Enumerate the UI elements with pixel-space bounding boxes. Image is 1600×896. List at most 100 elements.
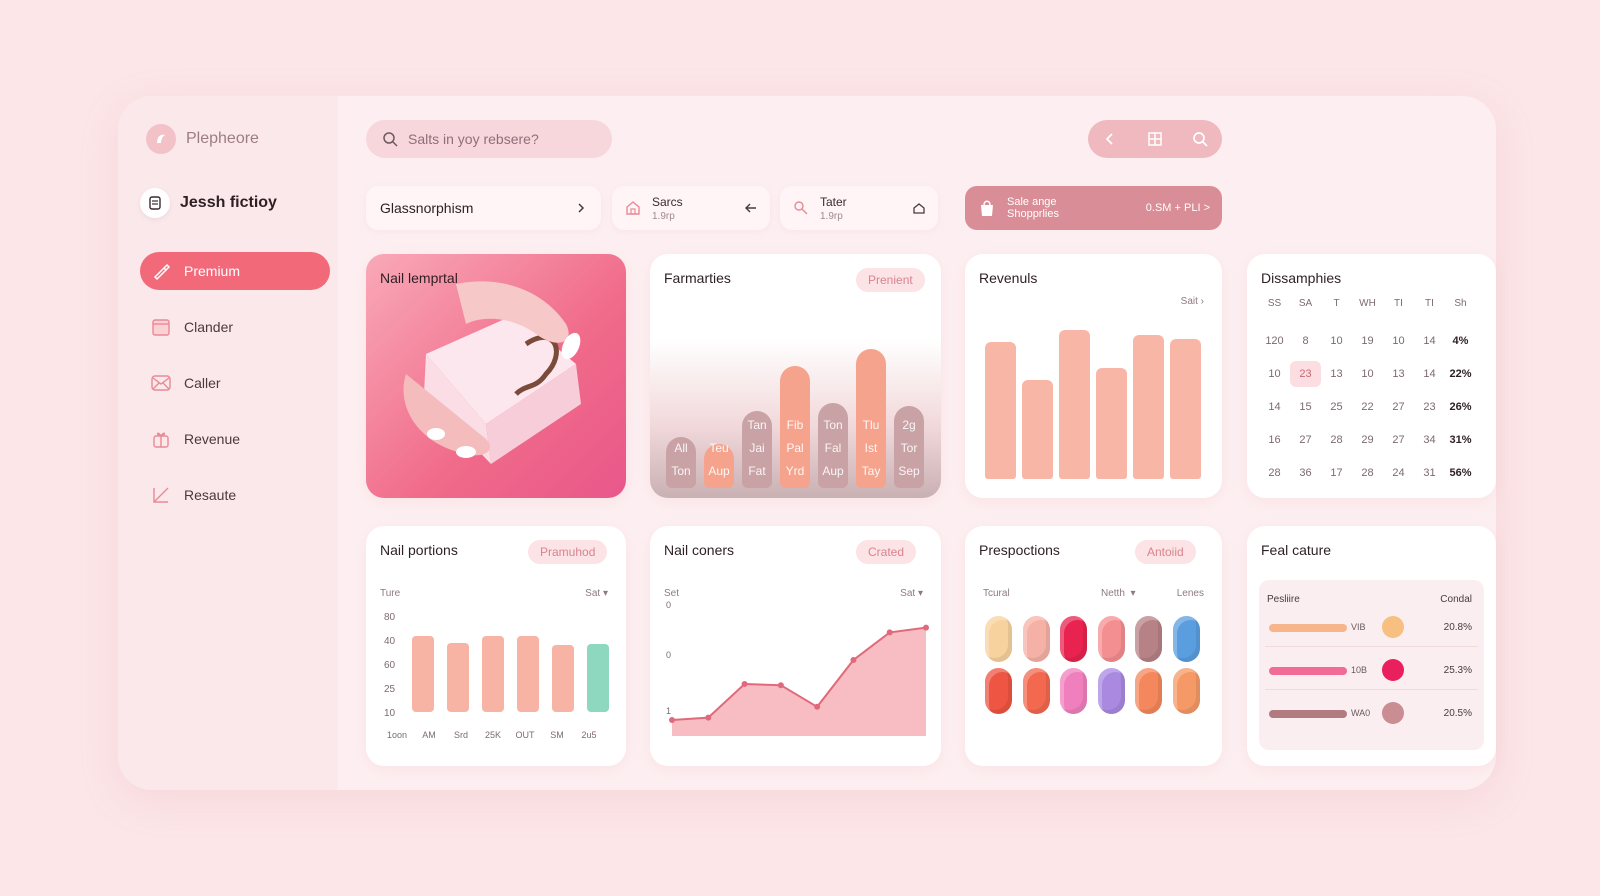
revenuls-link[interactable]: Sait ›	[1181, 296, 1204, 307]
calendar-cell[interactable]: 8	[1290, 328, 1321, 354]
calendar-cell[interactable]: 14	[1414, 361, 1445, 387]
app-logo[interactable]: Plepheore	[146, 124, 259, 154]
sidebar-item-resaute[interactable]: Resaute	[140, 476, 330, 514]
polish-swatch[interactable]	[1135, 668, 1162, 714]
arrow-left-icon	[745, 203, 756, 213]
grid-icon[interactable]	[1147, 131, 1163, 147]
calendar-cell[interactable]: 19	[1352, 328, 1383, 354]
gift-icon	[153, 432, 169, 448]
sort-select[interactable]: Netth ▾	[1101, 588, 1135, 599]
calendar-cell[interactable]: 27	[1290, 427, 1321, 453]
calendar-cell[interactable]: 27	[1383, 394, 1414, 420]
status-badge[interactable]: Antoiid	[1135, 540, 1196, 564]
calendar-cell[interactable]: 10	[1352, 361, 1383, 387]
calendar-cell[interactable]: 23	[1290, 361, 1321, 387]
feal-table: Pesliire Condal VIB 20.8% 10B 25.3% WA0 20.5%	[1259, 580, 1484, 750]
calendar-cell[interactable]: 10	[1321, 328, 1352, 354]
calendar-cell[interactable]: 13	[1383, 361, 1414, 387]
color-dot	[1382, 659, 1404, 681]
sidebar-item-premium[interactable]: Premium	[140, 252, 330, 290]
calendar-cell[interactable]: 14	[1259, 394, 1290, 420]
chevron-left-icon[interactable]	[1102, 131, 1118, 147]
weekday-label: TI	[1394, 298, 1403, 309]
feal-cature-card: Feal cature Pesliire Condal VIB 20.8% 10B 2…	[1247, 526, 1496, 766]
bar-label: 2g	[902, 418, 916, 432]
nail-template-card[interactable]: Nail lemprtal	[366, 254, 626, 498]
y-tick-label: 60	[384, 660, 396, 671]
calendar-cell[interactable]: 22%	[1445, 361, 1476, 387]
select-label: Sat	[585, 588, 601, 599]
card-title: Nail portions	[380, 542, 458, 558]
filter-tater[interactable]: Tater 1.9rp	[780, 186, 938, 230]
data-point[interactable]	[777, 682, 784, 689]
filter-sarcs[interactable]: Sarcs 1.9rp	[612, 186, 770, 230]
calendar-cell[interactable]: 28	[1352, 460, 1383, 486]
sidebar-nav: Premium Clander Caller Revenue Resaute	[140, 252, 330, 532]
y-tick-label: 1	[666, 706, 671, 716]
calendar-cell[interactable]: 26%	[1445, 394, 1476, 420]
calendar-cell[interactable]: 23	[1414, 394, 1445, 420]
weekday-label: SS	[1267, 298, 1282, 309]
filter-glassnorphism[interactable]: Glassnorphism	[366, 186, 601, 230]
y-tick-label: 80	[384, 612, 396, 623]
polish-swatch[interactable]	[1172, 616, 1200, 662]
status-badge[interactable]: Pramuhod	[528, 540, 608, 564]
data-point[interactable]	[923, 624, 929, 631]
nail-portions-card: Nail portions Pramuhod Ture Sat ▾ 80 40 60…	[366, 526, 626, 766]
sale-banner[interactable]: Sale ange Shopprlies 0.SM + PLI >	[965, 186, 1222, 230]
calendar-cell[interactable]: 34	[1414, 427, 1445, 453]
calendar-cell[interactable]: 16	[1259, 427, 1290, 453]
polish-swatch[interactable]	[1022, 668, 1050, 714]
polish-swatch[interactable]	[1060, 668, 1087, 714]
polish-swatch[interactable]	[1172, 668, 1200, 714]
period-select[interactable]: Sat ▾	[585, 588, 608, 599]
data-point[interactable]	[669, 717, 675, 723]
search-icon[interactable]	[1192, 131, 1208, 147]
search-input[interactable]: Salts in yoy rebsere?	[366, 120, 612, 158]
calendar-cell[interactable]: 24	[1383, 460, 1414, 486]
sidebar-item-revenue[interactable]: Revenue	[140, 420, 330, 458]
card-title: Farmarties	[664, 270, 731, 286]
calendar-cell[interactable]: 10	[1259, 361, 1290, 387]
calendar-cell[interactable]: 25	[1321, 394, 1352, 420]
user-profile[interactable]: Jessh fictioy	[140, 188, 277, 218]
calendar-cell[interactable]: 36	[1290, 460, 1321, 486]
calendar-cell[interactable]: 29	[1352, 427, 1383, 453]
calendar-cell[interactable]: 4%	[1445, 328, 1476, 354]
data-point[interactable]	[850, 657, 857, 663]
polish-swatch[interactable]	[1135, 616, 1162, 662]
polish-swatch[interactable]	[1060, 616, 1087, 662]
polish-swatch[interactable]	[985, 616, 1012, 662]
x-tick-label: Srd	[453, 730, 468, 740]
y-tick-label: 40	[384, 636, 396, 647]
calendar-cell[interactable]: 27	[1383, 427, 1414, 453]
calendar-row: 10 23 13 10 13 14 22%	[1259, 361, 1476, 387]
sidebar-item-calendar[interactable]: Clander	[140, 308, 330, 346]
calendar-cell[interactable]: 120	[1259, 328, 1290, 354]
calendar-cell[interactable]: 13	[1321, 361, 1352, 387]
calendar-row: 16 27 28 29 27 34 31%	[1259, 427, 1476, 453]
calendar-cell[interactable]: 31%	[1445, 427, 1476, 453]
calendar-cell[interactable]: 28	[1259, 460, 1290, 486]
calendar-cell[interactable]: 56%	[1445, 460, 1476, 486]
calendar-cell[interactable]: 22	[1352, 394, 1383, 420]
calendar-cell[interactable]: 17	[1321, 460, 1352, 486]
status-badge[interactable]: Prenient	[856, 268, 925, 292]
polish-swatch[interactable]	[1097, 616, 1125, 662]
bar-label: Ton	[823, 418, 843, 432]
polish-swatch[interactable]	[1097, 668, 1125, 714]
calendar-cell[interactable]: 28	[1321, 427, 1352, 453]
data-point[interactable]	[886, 629, 893, 636]
calendar-cell[interactable]: 15	[1290, 394, 1321, 420]
bar-label: Tay	[861, 464, 881, 478]
polish-swatch[interactable]	[985, 668, 1012, 714]
polish-swatch[interactable]	[1022, 616, 1050, 662]
sidebar-item-caller[interactable]: Caller	[140, 364, 330, 402]
calendar-cell[interactable]: 10	[1383, 328, 1414, 354]
calendar-cell[interactable]: 31	[1414, 460, 1445, 486]
row-label: VIB	[1351, 622, 1366, 632]
data-point[interactable]	[814, 703, 821, 710]
calendar-cell[interactable]: 14	[1414, 328, 1445, 354]
data-point[interactable]	[705, 714, 712, 721]
data-point[interactable]	[741, 681, 748, 687]
